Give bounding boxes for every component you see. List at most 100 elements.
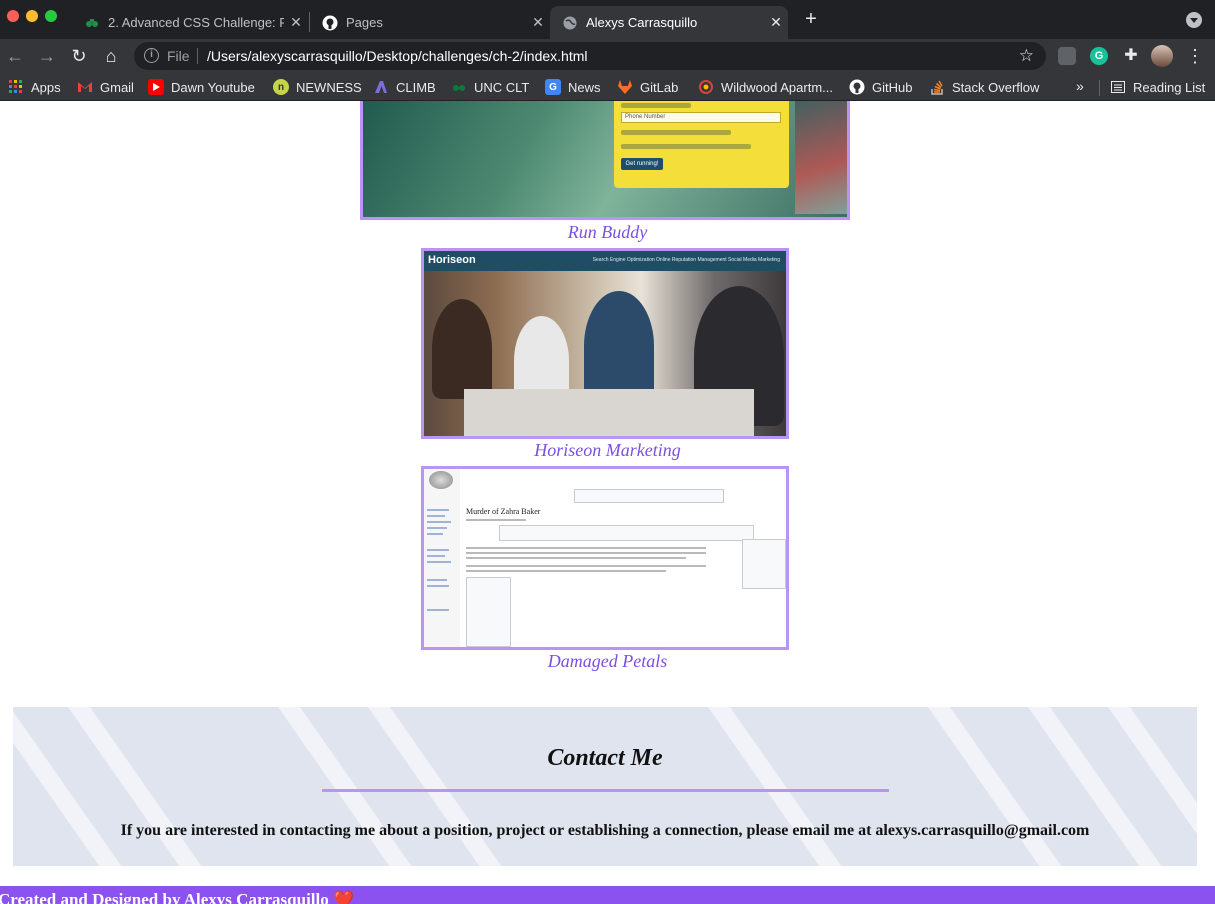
wiki-link [427,527,447,529]
bookmark-gitlab[interactable]: GitLab [617,78,678,96]
wiki-infobox [742,539,786,589]
horiseon-screenshot[interactable]: Horiseon Search Engine Optimization Onli… [421,248,789,439]
bookmark-label: News [568,79,601,95]
bookmark-apps[interactable]: Apps [8,78,61,96]
phone-number-field: Phone Number [621,112,781,123]
maximize-window-button[interactable] [45,10,57,22]
heart-icon: ❤️ [333,890,355,904]
run-buddy-form-card: Phone Number Get running! [614,101,789,188]
tab-advanced-css[interactable]: 2. Advanced CSS Challenge: P ✕ [72,6,308,39]
extension-icon[interactable] [1058,47,1076,65]
reload-icon[interactable]: ↻ [67,44,91,68]
wiki-link [427,549,449,551]
bookmark-label: Apps [31,79,61,95]
close-window-button[interactable] [7,10,19,22]
back-arrow-icon[interactable]: ← [3,44,27,68]
bookmark-label: UNC CLT [474,79,530,95]
bookmark-unc-clt[interactable]: UNC CLT [451,78,529,96]
horiseon-header: Horiseon Search Engine Optimization Onli… [424,251,786,271]
profile-avatar[interactable] [1151,45,1173,67]
wiki-link [427,585,449,587]
wiki-globe-icon [429,471,453,489]
page-footer: Created and Designed by Alexys Carrasqui… [0,886,1215,904]
bookmark-label: GitLab [640,79,679,95]
home-icon[interactable]: ⌂ [99,44,123,68]
bookmark-gmail[interactable]: Gmail [77,78,134,96]
info-icon[interactable]: i [144,48,159,63]
reading-list-button[interactable]: Reading List [1110,78,1205,96]
wiki-article-title: Murder of Zahra Baker [466,507,541,516]
wiki-link [427,579,447,581]
kebab-menu-icon[interactable]: ⋮ [1186,47,1204,65]
new-tab-button[interactable]: + [800,8,822,30]
project-caption-damaged-petals[interactable]: Damaged Petals [0,651,1215,672]
background-light-streak [270,707,434,866]
wildwood-icon [698,79,714,95]
wiki-text-line [466,552,706,554]
bookmark-label: CLIMB [396,79,436,95]
wiki-text-line [466,570,666,572]
wiki-contents-box [466,577,511,647]
browser-toolbar: ← → ↻ ⌂ i File /Users/alexyscarrasquillo… [0,39,1215,73]
bookmark-newness[interactable]: n NEWNESS [273,78,362,96]
tab-search-icon[interactable] [1186,12,1202,28]
wiki-sidebar [424,469,460,647]
bookmark-label: Stack Overflow [952,79,1040,95]
minimize-window-button[interactable] [26,10,38,22]
forward-arrow-icon[interactable]: → [35,44,59,68]
bookmark-wildwood[interactable]: Wildwood Apartm... [698,78,833,96]
project-caption-run-buddy[interactable]: Run Buddy [0,222,1215,243]
meeting-table [464,389,754,436]
contact-divider [322,789,889,792]
bookmark-stack-overflow[interactable]: Stack Overflow [929,78,1039,96]
address-bar[interactable]: i File /Users/alexyscarrasquillo/Desktop… [134,42,1046,70]
url-text[interactable]: /Users/alexyscarrasquillo/Desktop/challe… [207,48,588,64]
bootcamp-icon [84,15,100,31]
person-figure [584,291,654,401]
unc-icon [451,79,467,95]
wiki-text-line [466,557,686,559]
wiki-text-line [466,519,526,521]
bookmarks-bar: Apps Gmail Dawn Youtube n NEWNESS CLIMB … [0,73,1215,101]
bookmark-label: NEWNESS [296,79,362,95]
team-meeting-photo [424,271,786,436]
contact-heading: Contact Me [547,745,663,771]
grammarly-icon[interactable]: G [1090,47,1108,65]
url-scheme: File [167,48,190,64]
run-buddy-screenshot[interactable]: Phone Number Get running! [360,101,850,220]
damaged-petals-screenshot[interactable]: Murder of Zahra Baker [421,466,789,650]
page-viewport: Phone Number Get running! Run Buddy Hori… [0,101,1215,904]
tab-pages[interactable]: Pages ✕ [310,6,550,39]
wiki-notice-box [499,525,754,541]
address-divider [197,48,198,64]
bookmark-github[interactable]: GitHub [849,78,912,96]
footer-credit: Created and Designed by Alexys Carrasqui… [0,890,354,904]
tab-title: 2. Advanced CSS Challenge: P [108,15,284,30]
wiki-link [427,533,443,535]
wiki-link [427,515,445,517]
bookmark-label: Dawn Youtube [171,79,255,95]
extensions-puzzle-icon[interactable]: ✚ [1122,47,1140,65]
tab-alexys-carrasquillo[interactable]: Alexys Carrasquillo ✕ [550,6,788,39]
project-caption-horiseon[interactable]: Horiseon Marketing [0,440,1215,461]
bookmarks-overflow-button[interactable]: » [1076,78,1084,94]
bookmark-label: Wildwood Apartm... [721,79,833,95]
browser-tabstrip: 2. Advanced CSS Challenge: P ✕ Pages ✕ A… [0,0,1215,39]
bookmark-star-icon[interactable]: ☆ [1019,46,1034,66]
person-figure [432,299,492,399]
bookmarks-divider [1099,80,1100,96]
bookmark-climb[interactable]: CLIMB [373,78,436,96]
runner-shoe-image [795,101,847,214]
bookmark-news[interactable]: G News [545,78,601,96]
bookmark-dawn-youtube[interactable]: Dawn Youtube [148,78,255,96]
close-icon[interactable]: ✕ [284,14,308,31]
bookmark-label: GitHub [872,79,913,95]
close-icon[interactable]: ✕ [526,14,550,31]
form-label [621,130,731,135]
close-icon[interactable]: ✕ [764,14,788,31]
background-light-streak [700,707,864,866]
contact-section: Contact Me If you are interested in cont… [13,707,1197,866]
reading-list-icon [1110,79,1126,95]
wiki-link [427,609,449,611]
background-light-streak [1100,707,1197,866]
